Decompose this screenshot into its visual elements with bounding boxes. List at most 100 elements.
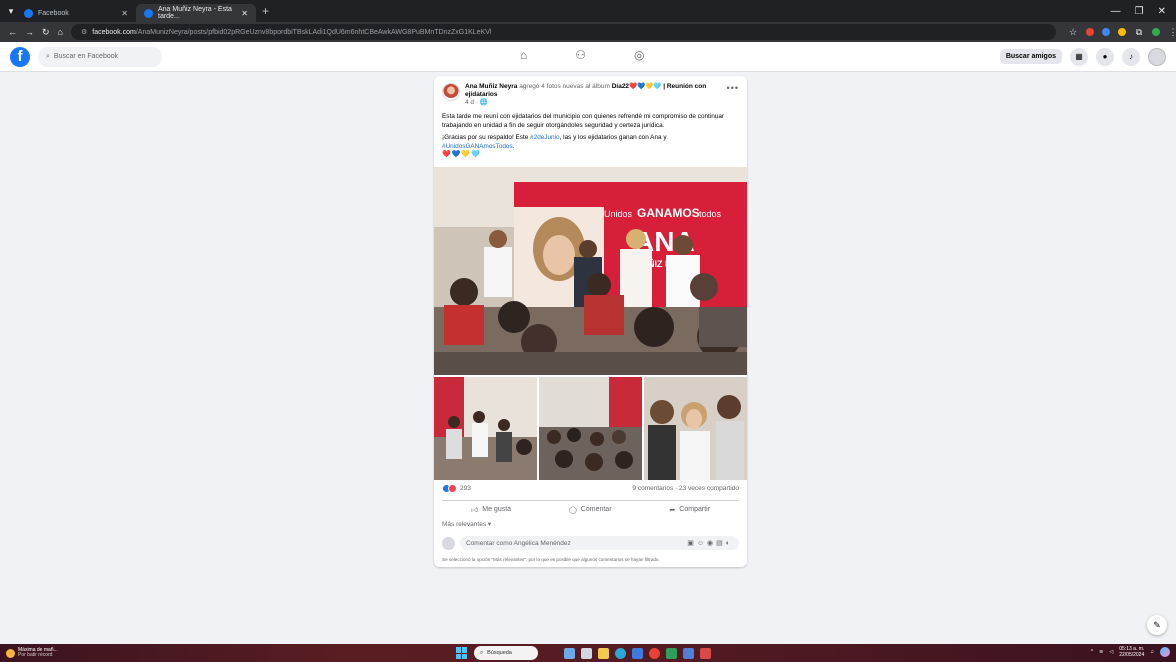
author-avatar[interactable] [442, 83, 460, 101]
filter-note: Se seleccionó la opción "Más relevantes"… [442, 557, 660, 562]
reaction-icons[interactable] [442, 484, 457, 493]
tab-facebook[interactable]: Facebook ✕ [16, 4, 136, 22]
file-explorer-icon[interactable] [598, 647, 609, 659]
comments-shares-count[interactable]: 9 comentarios · 23 veces compartido [632, 485, 739, 492]
url-path: /AnaMunizNeyra/posts/pfbid02pRGeUznv8bpo… [135, 28, 492, 36]
reload-icon[interactable]: ↻ [42, 27, 50, 38]
weather-sun-icon [6, 648, 15, 658]
store-icon[interactable] [632, 647, 643, 659]
taskbar-search-label: Búsqueda [487, 650, 512, 656]
friends-nav-icon[interactable]: ⚇ [575, 48, 586, 62]
edge-icon[interactable] [615, 647, 626, 659]
avatar-sticker-icon[interactable]: ◐ [726, 540, 733, 547]
paragraph-text: , las y los ejidatarios ganan con Ana y [559, 134, 667, 142]
extension-orange-icon[interactable] [1117, 28, 1126, 36]
hashtag-link[interactable]: #2deJunio [530, 134, 560, 141]
post-time[interactable]: 4 d · 🌐 [465, 99, 488, 106]
back-icon[interactable]: ← [8, 27, 17, 37]
comment-input[interactable]: Comentar como Angélica Menéndez ▣☺◉▤◐ [460, 536, 739, 550]
author-name[interactable]: Ana Muñiz Neyra [465, 83, 517, 90]
comment-composer: Comentar como Angélica Menéndez ▣☺◉▤◐ [442, 536, 739, 550]
clock[interactable]: 05:13 a. m. 22/05/2024 [1119, 646, 1144, 658]
widgets-app-icon[interactable] [564, 647, 575, 659]
comment-sort-dropdown[interactable]: Más relevantes ▾ [442, 520, 491, 528]
url-field[interactable]: ⚙ facebook.com /AnaMunizNeyra/posts/pfbi… [70, 24, 1056, 40]
paragraph-text: . [512, 142, 515, 150]
emoji-icon[interactable]: ☺ [697, 540, 707, 547]
chrome-icon[interactable] [649, 647, 660, 659]
comment-button[interactable]: ◯ Comentar [569, 506, 612, 514]
comment-label: Comentar [580, 506, 612, 513]
header-right: Buscar amigos ▦ ● ♪ [999, 47, 1176, 66]
photo-thumb-3[interactable] [644, 377, 747, 480]
extension-blue-icon[interactable] [1101, 28, 1110, 36]
sticker-icon[interactable]: ▣ [687, 540, 697, 547]
account-avatar[interactable] [1148, 47, 1166, 66]
post-header: Ana Muñiz Neyra agregó 4 fotos nuevas al… [434, 76, 747, 107]
tab-label: Ana Muñiz Neyra - Esta tarde... [158, 6, 232, 20]
notification-bell-icon[interactable]: ♫ [1150, 649, 1154, 655]
home-nav-icon[interactable]: ⌂ [520, 48, 527, 62]
forward-icon[interactable]: → [25, 27, 34, 37]
close-tab-icon[interactable]: ✕ [121, 9, 128, 18]
tab-search-icon[interactable]: ▾ [6, 6, 16, 17]
banner-small-text: Unidos [604, 209, 633, 219]
commenter-avatar [442, 536, 455, 550]
app-green-icon[interactable] [666, 647, 677, 659]
tab-ana-post[interactable]: Ana Muñiz Neyra - Esta tarde... ✕ [136, 4, 256, 22]
taskbar-search[interactable]: ⌕ Búsqueda [474, 646, 538, 660]
address-toolbar: ← → ↻ ⌂ ⚙ facebook.com /AnaMunizNeyra/po… [0, 22, 1176, 42]
groups-nav-icon[interactable]: ◎ [634, 48, 644, 62]
menu-kebab-icon[interactable]: ⋮ [1168, 27, 1176, 38]
profile-green-icon[interactable] [1151, 28, 1160, 36]
photo-grid: Unidos GANAMOS todos ANA MUÑIZ NEYRA [434, 167, 747, 480]
hashtag-link[interactable]: #UnidosGANAmosTodos [442, 143, 513, 150]
app-blue-icon[interactable] [683, 647, 694, 659]
gif-icon[interactable]: ▤ [716, 540, 726, 547]
love-reaction-icon [448, 484, 457, 493]
maximize-icon[interactable]: ❐ [1135, 6, 1144, 17]
tray-chevron-icon[interactable]: ^ [1091, 649, 1093, 655]
comment-placeholder: Comentar como Angélica Menéndez [466, 539, 571, 547]
home-icon[interactable]: ⌂ [58, 27, 63, 37]
facebook-search-input[interactable]: ⌕ Buscar en Facebook [38, 46, 162, 67]
app-red-icon[interactable] [700, 647, 711, 659]
wifi-icon[interactable]: ≋ [1099, 649, 1103, 655]
search-placeholder: Buscar en Facebook [53, 53, 119, 60]
messenger-icon[interactable]: ● [1096, 47, 1114, 66]
weather-widget[interactable]: Máxima de mañ... Por batir récord [0, 647, 58, 659]
reaction-count[interactable]: 293 [460, 485, 471, 492]
close-tab-icon[interactable]: ✕ [241, 9, 248, 18]
new-tab-button[interactable]: + [262, 4, 269, 18]
windows-start-icon[interactable] [456, 647, 468, 659]
new-message-button[interactable]: ✎ [1147, 615, 1167, 635]
post-paragraph-2: ¡Gracias por su respaldo! Este #2deJunio… [442, 134, 739, 160]
banner-small-text-2: todos [699, 209, 722, 219]
minimize-icon[interactable]: — [1111, 6, 1121, 17]
task-view-icon[interactable] [581, 647, 592, 659]
notifications-bell-icon[interactable]: ♪ [1122, 47, 1140, 66]
extensions-puzzle-icon[interactable]: ⧉ [1134, 27, 1144, 38]
meeting-photo-4 [644, 377, 747, 480]
volume-icon[interactable]: ◁ [1109, 649, 1113, 655]
weather-sub: Por batir récord [18, 652, 53, 658]
edit-pencil-icon: ✎ [1153, 619, 1161, 630]
share-button[interactable]: ➦ Compartir [669, 506, 710, 514]
thumbs-up-icon: 👍︎ [470, 507, 479, 514]
camera-icon[interactable]: ◉ [707, 540, 716, 547]
find-friends-button[interactable]: Buscar amigos [999, 49, 1062, 64]
photo-thumb-2[interactable] [539, 377, 642, 480]
copilot-icon[interactable] [1160, 647, 1170, 657]
site-info-icon[interactable]: ⚙ [81, 28, 87, 36]
more-options-icon[interactable]: ••• [727, 83, 739, 107]
like-button[interactable]: 👍︎ Me gusta [471, 505, 511, 514]
main-photo[interactable]: Unidos GANAMOS todos ANA MUÑIZ NEYRA [434, 167, 747, 375]
menu-grid-icon[interactable]: ▦ [1070, 47, 1088, 66]
windows-taskbar: Máxima de mañ... Por batir récord ⌕ Búsq… [0, 644, 1176, 662]
share-arrow-icon: ➦ [669, 506, 676, 514]
photo-thumb-1[interactable] [434, 377, 537, 480]
facebook-logo[interactable]: f [10, 46, 30, 67]
bookmark-star-icon[interactable]: ☆ [1068, 27, 1078, 38]
extension-red-icon[interactable] [1085, 28, 1094, 36]
close-window-icon[interactable]: ✕ [1158, 6, 1166, 17]
